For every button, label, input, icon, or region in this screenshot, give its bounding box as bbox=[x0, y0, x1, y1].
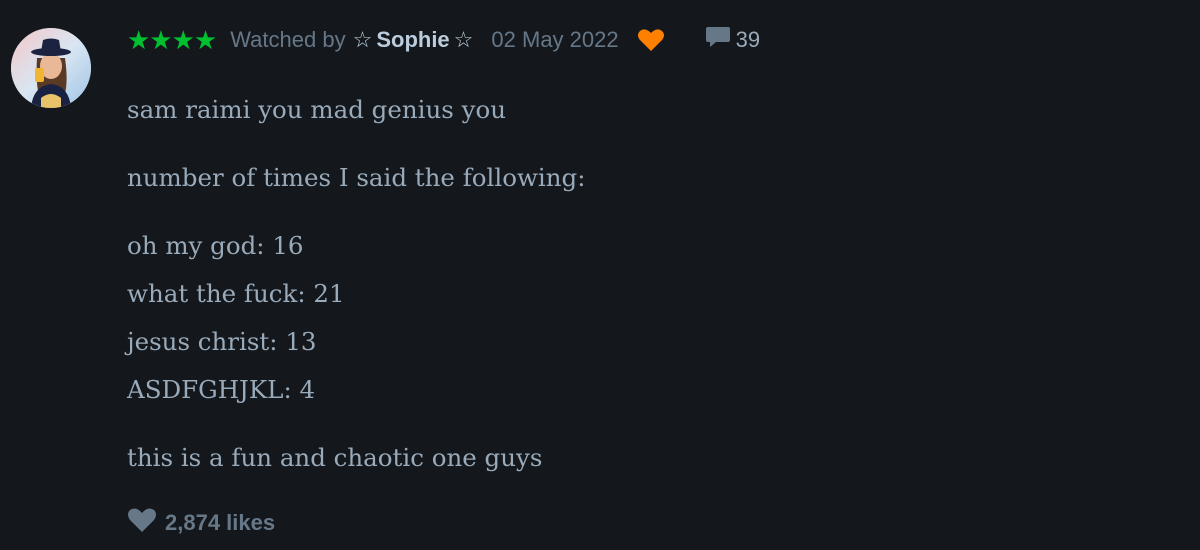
tally-list: oh my god: 16 what the fuck: 21 jesus ch… bbox=[127, 222, 585, 414]
review-card: ★★★★ Watched by ☆ Sophie ☆ 02 May 2022 3… bbox=[127, 0, 1187, 550]
review-paragraph: sam raimi you mad genius you bbox=[127, 95, 506, 124]
review-body: sam raimi you mad genius you number of t… bbox=[127, 86, 585, 502]
avatar-portrait-image bbox=[11, 28, 91, 108]
tally-line: oh my god: 16 bbox=[127, 231, 304, 260]
tally-line: ASDFGHJKL: 4 bbox=[127, 375, 316, 404]
review-meta-row: ★★★★ Watched by ☆ Sophie ☆ 02 May 2022 3… bbox=[127, 24, 760, 56]
review-date: 02 May 2022 bbox=[491, 27, 619, 52]
tally-line: what the fuck: 21 bbox=[127, 279, 345, 308]
review-likes[interactable]: 2,874 likes bbox=[127, 507, 275, 539]
liked-heart-icon bbox=[637, 28, 665, 52]
tally-line: jesus christ: 13 bbox=[127, 327, 317, 356]
like-heart-icon[interactable] bbox=[127, 507, 157, 539]
reviewer-avatar[interactable] bbox=[11, 28, 91, 108]
star-outline-icon: ☆ bbox=[453, 27, 474, 52]
review-paragraph: this is a fun and chaotic one guys bbox=[127, 443, 543, 472]
comment-icon bbox=[705, 25, 731, 55]
comments-link[interactable]: 39 bbox=[705, 25, 760, 55]
review-paragraph: number of times I said the following: bbox=[127, 163, 586, 192]
comment-count: 39 bbox=[735, 27, 761, 52]
star-outline-icon: ☆ bbox=[352, 27, 373, 52]
watched-by-label: Watched by bbox=[230, 27, 346, 52]
reviewer-name-link[interactable]: Sophie bbox=[376, 27, 449, 53]
likes-count: 2,874 likes bbox=[165, 510, 276, 535]
rating-stars: ★★★★ bbox=[127, 25, 217, 55]
